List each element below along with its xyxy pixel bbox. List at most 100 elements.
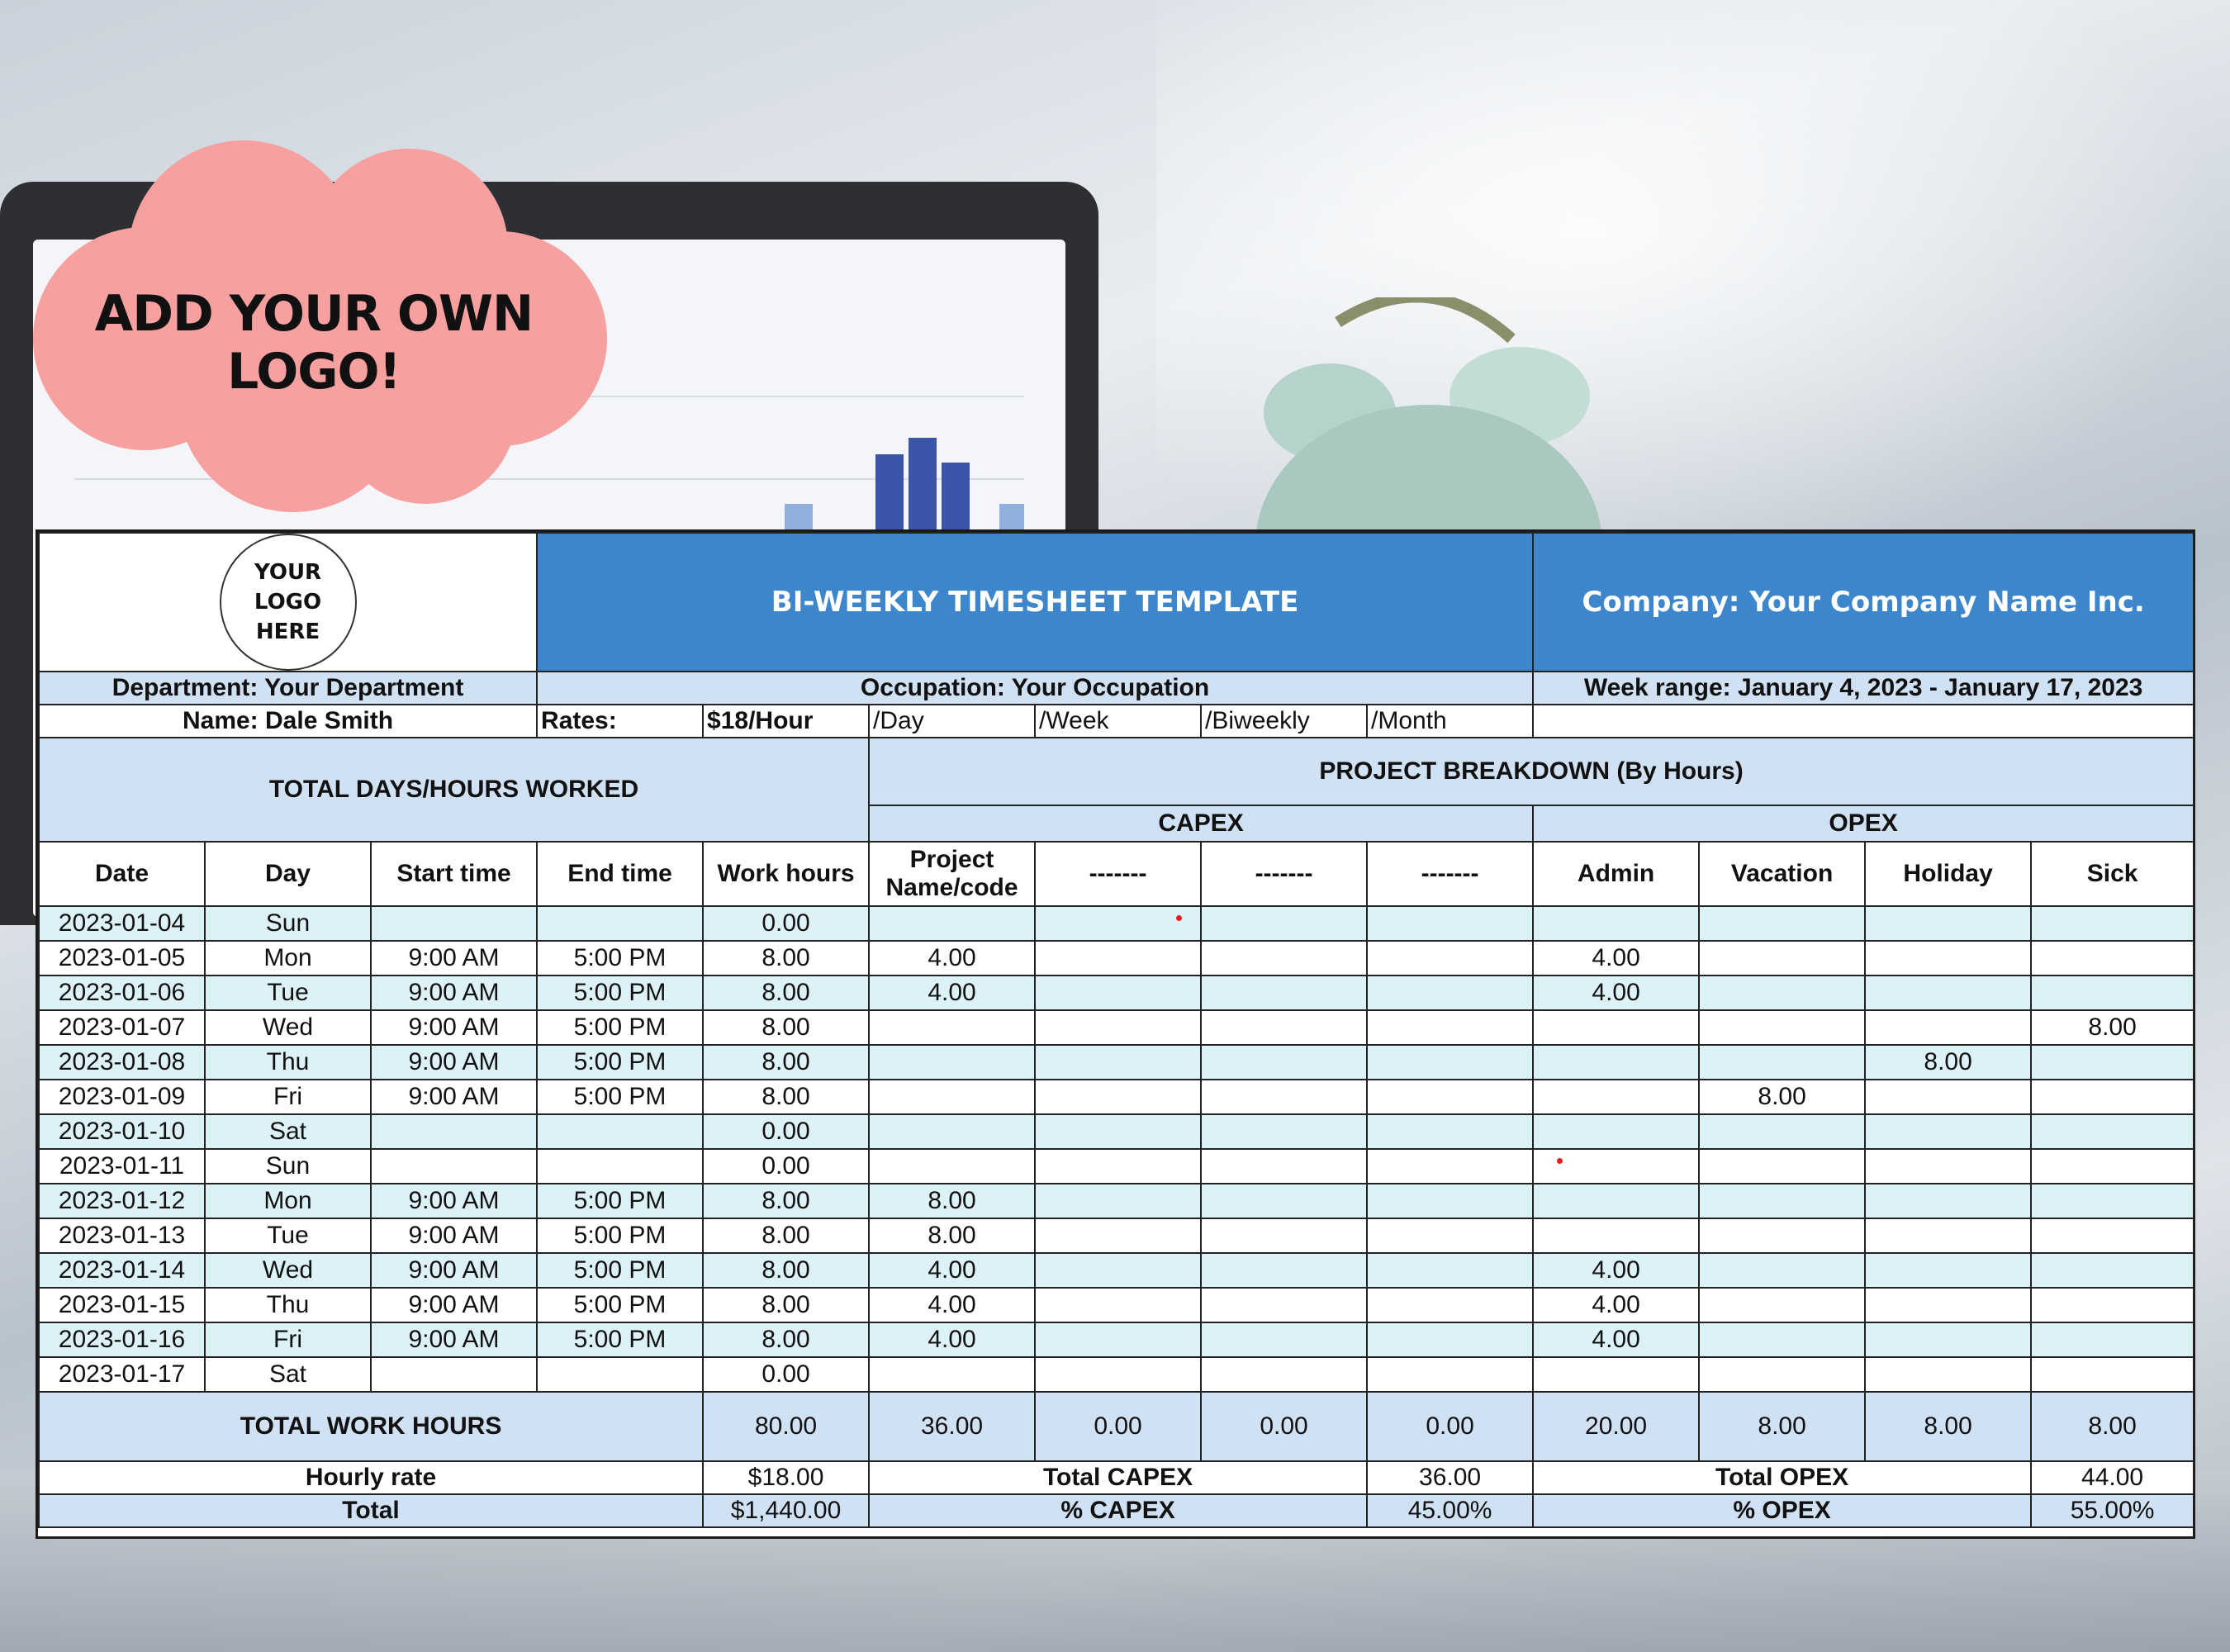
end-time-cell[interactable] bbox=[536, 1148, 705, 1184]
rate-week-cell[interactable]: /Week bbox=[1034, 704, 1203, 738]
capex3-cell[interactable] bbox=[1200, 1079, 1369, 1115]
sick-cell[interactable] bbox=[2030, 1252, 2195, 1289]
rate-month-cell[interactable]: /Month bbox=[1366, 704, 1535, 738]
sick-cell[interactable] bbox=[2030, 905, 2195, 942]
capex4-cell[interactable] bbox=[1366, 1183, 1535, 1219]
comment-marker-icon[interactable] bbox=[1557, 1158, 1563, 1164]
holiday-cell[interactable] bbox=[1864, 1148, 2033, 1184]
day-cell[interactable]: Sun bbox=[204, 905, 372, 942]
day-cell[interactable]: Wed bbox=[204, 1009, 372, 1046]
sick-cell[interactable] bbox=[2030, 1113, 2195, 1150]
sick-cell[interactable] bbox=[2030, 1322, 2195, 1358]
day-cell[interactable]: Fri bbox=[204, 1322, 372, 1358]
date-cell[interactable]: 2023-01-04 bbox=[38, 905, 206, 942]
date-cell[interactable]: 2023-01-09 bbox=[38, 1079, 206, 1115]
start-time-cell[interactable]: 9:00 AM bbox=[369, 1322, 539, 1358]
start-time-cell[interactable] bbox=[369, 1113, 539, 1150]
admin-cell[interactable] bbox=[1532, 1356, 1701, 1393]
capex2-cell[interactable] bbox=[1034, 1148, 1203, 1184]
work-hours-cell[interactable]: 8.00 bbox=[702, 1009, 871, 1046]
end-time-cell[interactable] bbox=[536, 905, 705, 942]
capex2-cell[interactable] bbox=[1034, 1079, 1203, 1115]
capex3-cell[interactable] bbox=[1200, 1218, 1369, 1254]
date-cell[interactable]: 2023-01-14 bbox=[38, 1252, 206, 1289]
vacation-cell[interactable] bbox=[1698, 1183, 1867, 1219]
vacation-cell[interactable] bbox=[1698, 1252, 1867, 1289]
end-time-cell[interactable]: 5:00 PM bbox=[536, 1079, 705, 1115]
capex3-cell[interactable] bbox=[1200, 905, 1369, 942]
capex2-cell[interactable] bbox=[1034, 975, 1203, 1011]
admin-cell[interactable] bbox=[1532, 1079, 1701, 1115]
admin-cell[interactable] bbox=[1532, 1009, 1701, 1046]
col-capex-4[interactable]: ------- bbox=[1366, 841, 1535, 907]
day-cell[interactable]: Fri bbox=[204, 1079, 372, 1115]
admin-cell[interactable] bbox=[1532, 1148, 1701, 1184]
logo-cell[interactable]: YOUR LOGO HERE bbox=[37, 532, 539, 672]
date-cell[interactable]: 2023-01-15 bbox=[38, 1287, 206, 1323]
capex2-cell[interactable] bbox=[1034, 1218, 1203, 1254]
vacation-cell[interactable] bbox=[1698, 1113, 1867, 1150]
capex4-cell[interactable] bbox=[1366, 1252, 1535, 1289]
hourly-rate-value[interactable]: $18.00 bbox=[702, 1460, 871, 1495]
sick-cell[interactable] bbox=[2030, 1183, 2195, 1219]
day-cell[interactable]: Thu bbox=[204, 1044, 372, 1080]
start-time-cell[interactable]: 9:00 AM bbox=[369, 1044, 539, 1080]
day-cell[interactable]: Sat bbox=[204, 1356, 372, 1393]
date-cell[interactable]: 2023-01-13 bbox=[38, 1218, 206, 1254]
capex4-cell[interactable] bbox=[1366, 1322, 1535, 1358]
day-cell[interactable]: Tue bbox=[204, 1218, 372, 1254]
capex2-cell[interactable] bbox=[1034, 1183, 1203, 1219]
start-time-cell[interactable]: 9:00 AM bbox=[369, 1287, 539, 1323]
holiday-cell[interactable] bbox=[1864, 1079, 2033, 1115]
department-cell[interactable]: Department: Your Department bbox=[37, 671, 539, 705]
work-hours-cell[interactable]: 0.00 bbox=[702, 1148, 871, 1184]
project-cell[interactable]: 4.00 bbox=[868, 1252, 1037, 1289]
week-range-cell[interactable]: Week range: January 4, 2023 - January 17… bbox=[1532, 671, 2195, 705]
sick-cell[interactable] bbox=[2030, 1079, 2195, 1115]
sick-cell[interactable] bbox=[2030, 975, 2195, 1011]
employee-name-cell[interactable]: Name: Dale Smith bbox=[37, 704, 539, 738]
capex2-cell[interactable] bbox=[1034, 940, 1203, 976]
holiday-cell[interactable] bbox=[1864, 1287, 2033, 1323]
end-time-cell[interactable]: 5:00 PM bbox=[536, 1252, 705, 1289]
holiday-cell[interactable] bbox=[1864, 1113, 2033, 1150]
logo-placeholder[interactable]: YOUR LOGO HERE bbox=[219, 534, 357, 670]
capex2-cell[interactable] bbox=[1034, 1322, 1203, 1358]
start-time-cell[interactable]: 9:00 AM bbox=[369, 940, 539, 976]
holiday-cell[interactable] bbox=[1864, 1183, 2033, 1219]
capex3-cell[interactable] bbox=[1200, 1044, 1369, 1080]
end-time-cell[interactable] bbox=[536, 1356, 705, 1393]
project-cell[interactable]: 8.00 bbox=[868, 1183, 1037, 1219]
capex2-cell[interactable] bbox=[1034, 1252, 1203, 1289]
admin-cell[interactable] bbox=[1532, 1044, 1701, 1080]
work-hours-cell[interactable]: 8.00 bbox=[702, 1322, 871, 1358]
day-cell[interactable]: Tue bbox=[204, 975, 372, 1011]
date-cell[interactable]: 2023-01-17 bbox=[38, 1356, 206, 1393]
date-cell[interactable]: 2023-01-08 bbox=[38, 1044, 206, 1080]
holiday-cell[interactable] bbox=[1864, 975, 2033, 1011]
start-time-cell[interactable]: 9:00 AM bbox=[369, 1009, 539, 1046]
admin-cell[interactable]: 4.00 bbox=[1532, 975, 1701, 1011]
vacation-cell[interactable] bbox=[1698, 1218, 1867, 1254]
capex3-cell[interactable] bbox=[1200, 940, 1369, 976]
admin-cell[interactable] bbox=[1532, 1218, 1701, 1254]
end-time-cell[interactable]: 5:00 PM bbox=[536, 1044, 705, 1080]
capex3-cell[interactable] bbox=[1200, 1113, 1369, 1150]
date-cell[interactable]: 2023-01-16 bbox=[38, 1322, 206, 1358]
end-time-cell[interactable]: 5:00 PM bbox=[536, 975, 705, 1011]
sheet-title[interactable]: BI-WEEKLY TIMESHEET TEMPLATE bbox=[536, 532, 1535, 672]
capex4-cell[interactable] bbox=[1366, 1148, 1535, 1184]
day-cell[interactable]: Thu bbox=[204, 1287, 372, 1323]
capex4-cell[interactable] bbox=[1366, 975, 1535, 1011]
start-time-cell[interactable]: 9:00 AM bbox=[369, 975, 539, 1011]
work-hours-cell[interactable]: 8.00 bbox=[702, 975, 871, 1011]
empty-cell[interactable] bbox=[1532, 704, 2195, 738]
date-cell[interactable]: 2023-01-11 bbox=[38, 1148, 206, 1184]
work-hours-cell[interactable]: 0.00 bbox=[702, 1113, 871, 1150]
capex3-cell[interactable] bbox=[1200, 1356, 1369, 1393]
work-hours-cell[interactable]: 8.00 bbox=[702, 1218, 871, 1254]
occupation-cell[interactable]: Occupation: Your Occupation bbox=[536, 671, 1535, 705]
capex4-cell[interactable] bbox=[1366, 1079, 1535, 1115]
end-time-cell[interactable]: 5:00 PM bbox=[536, 1287, 705, 1323]
vacation-cell[interactable]: 8.00 bbox=[1698, 1079, 1867, 1115]
